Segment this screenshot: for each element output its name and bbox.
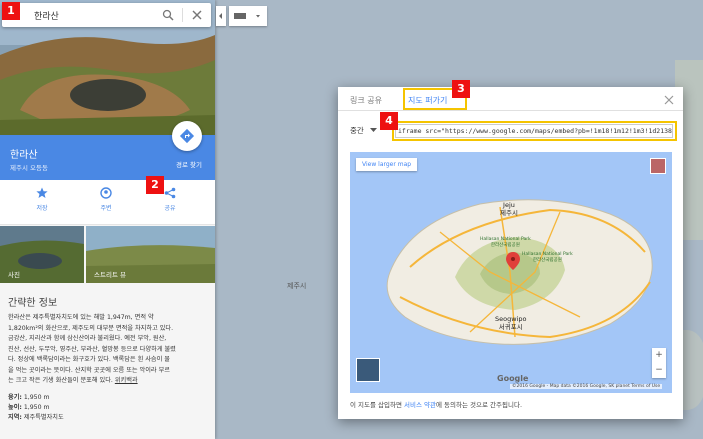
close-icon[interactable]	[664, 95, 674, 105]
wikipedia-link[interactable]: 위키백과	[115, 377, 138, 384]
embed-map-preview[interactable]: View larger map Jeju 제주시 Hallasan Nationa…	[350, 152, 672, 393]
tabs-divider	[338, 110, 683, 111]
place-title: 한라산	[10, 150, 38, 161]
jeju-island-map	[386, 199, 653, 345]
info-line: 한라산은 제주특별자치도에 있는 해발 1,947m, 면적 약	[8, 314, 154, 321]
info-line-last: 는 크고 작은 기생 화산들이 분포해 있다. 위키백과	[8, 377, 138, 384]
collapse-panel-button[interactable]	[216, 6, 226, 26]
nearby-label: 주변	[100, 205, 112, 212]
size-value: 중간	[350, 126, 364, 135]
zoom-in-button[interactable]: +	[652, 348, 666, 363]
terms-notice: 이 지도를 삽입하면 서비스 약관에 동의하는 것으로 간주됩니다.	[350, 401, 523, 409]
step-badge-1: 1	[2, 2, 20, 20]
fact-row: 융기: 1,950 m	[8, 394, 50, 401]
zoom-control: + −	[652, 348, 666, 378]
info-line: 금강산, 지리산과 함께 삼신산이라 불리웠다. 예전 부악, 원산,	[8, 335, 167, 342]
directions-icon	[179, 128, 195, 144]
avatar	[650, 158, 666, 174]
photos-tile[interactable]: 사진	[0, 226, 84, 283]
map-label-seogwipo: Seogwipo 서귀포시	[495, 315, 527, 331]
close-icon[interactable]	[191, 9, 203, 21]
nearby-icon	[100, 187, 112, 199]
search-input[interactable]: 한라산	[34, 9, 59, 22]
step-badge-4: 4	[380, 112, 398, 130]
map-label-national-park-2: Hallasan National Park 한라산국립공원	[522, 252, 573, 263]
search-box[interactable]: 한라산	[2, 3, 211, 27]
map-label-jeju: Jeju 제주시	[500, 201, 518, 217]
star-icon	[36, 187, 48, 198]
search-icon[interactable]	[162, 9, 174, 21]
step-badge-2: 2	[146, 176, 164, 194]
action-bar: 저장 주변 공유	[0, 180, 215, 225]
nearby-button[interactable]: 주변	[86, 187, 126, 212]
fact-row: 지역: 제주특별자치도	[8, 414, 64, 421]
share-label: 공유	[164, 205, 176, 212]
tab-share-link[interactable]: 링크 공유	[350, 95, 382, 106]
directions-label[interactable]: 경로 찾기	[176, 159, 202, 169]
satellite-toggle[interactable]	[356, 358, 380, 382]
info-description: 한라산은 제주특별자치도에 있는 해발 1,947m, 면적 약 1,820km…	[8, 313, 208, 387]
terms-of-service-link[interactable]: 서비스 약관	[404, 401, 436, 409]
share-icon	[164, 187, 176, 199]
zoom-out-button[interactable]: −	[652, 363, 666, 378]
info-line: 다. 정상에 백록담이라는 화구호가 있다. 백록담은 흰 사슴이 물	[8, 356, 170, 363]
place-sidebar: 한라산 한라산 제주시 오등동 경로 찾기 저장 주변 공유 사진 스트리트 뷰	[0, 0, 215, 439]
photos-label: 사진	[8, 271, 20, 279]
keyboard-icon	[234, 13, 260, 19]
layers-button[interactable]	[229, 6, 267, 26]
info-line: 을 먹는 곳이라는 뜻이다. 산지학 곳곳에 오름 또는 악이라 부르	[8, 366, 170, 374]
size-dropdown[interactable]: 중간	[350, 125, 378, 136]
info-line: 1,820km²의 화산으로, 제주도의 대부분 면적을 차지하고 있다.	[8, 324, 174, 332]
place-facts: 융기: 1,950 m 높이: 1,950 m 지역: 제주특별자치도	[8, 393, 64, 423]
info-line: 진산, 선산, 두무악, 영주산, 부라산, 혈망봉 등으로 다양하게 불렸	[8, 345, 176, 353]
view-larger-map-button[interactable]: View larger map	[356, 158, 418, 171]
street-view-tile[interactable]: 스트리트 뷰	[86, 226, 215, 283]
google-logo: Google	[497, 374, 529, 383]
map-city-label: 제주시	[287, 282, 307, 290]
info-heading: 간략한 정보	[8, 298, 58, 309]
chevron-down-icon	[370, 128, 378, 132]
chevron-left-icon	[219, 13, 222, 19]
save-button[interactable]: 저장	[22, 187, 62, 212]
save-label: 저장	[36, 205, 48, 212]
place-subtitle: 제주시 오등동	[10, 164, 48, 172]
highlight-embed-field	[392, 121, 677, 141]
map-copyright: ©2016 Google - Map data ©2016 Google, SK…	[510, 384, 663, 389]
directions-button[interactable]	[172, 121, 202, 151]
street-view-label: 스트리트 뷰	[94, 271, 126, 279]
map-label-national-park: Hallasan National Park 한라산국립공원	[480, 237, 531, 248]
photo-strip: 사진 스트리트 뷰	[0, 226, 215, 283]
fact-row: 높이: 1,950 m	[8, 404, 50, 411]
step-badge-3: 3	[452, 80, 470, 98]
search-divider	[182, 8, 183, 22]
